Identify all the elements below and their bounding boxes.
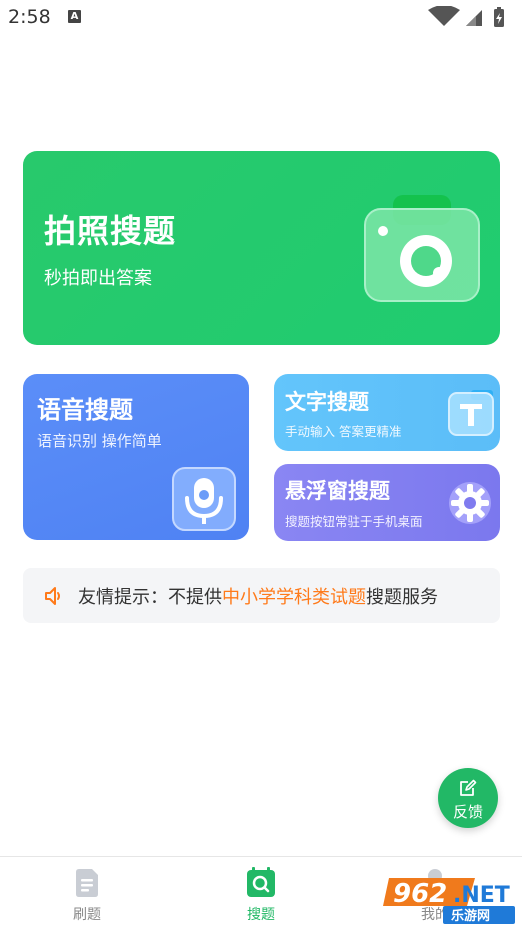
tip-suffix: 搜题服务 (366, 587, 438, 608)
feedback-label: 反馈 (452, 803, 483, 821)
float-search-title: 悬浮窗搜题 (285, 479, 390, 503)
svg-text:乐游网: 乐游网 (451, 908, 490, 924)
voice-search-title: 语音搜题 (37, 396, 133, 424)
tab-practice-label: 刷题 (73, 907, 101, 923)
notification-icon: A (68, 10, 81, 23)
watermark-logo: 962 .NET 乐游网 (383, 878, 515, 924)
text-t-icon (448, 390, 494, 436)
feedback-button[interactable]: 反馈 (438, 768, 498, 828)
document-icon (76, 869, 98, 897)
status-icons (428, 6, 504, 27)
tip-text: 友情提示：不提供中小学学科类试题搜题服务 (78, 583, 438, 609)
tip-highlight: 中小学学科类试题 (222, 587, 366, 608)
tip-bar: 友情提示：不提供中小学学科类试题搜题服务 (23, 568, 500, 623)
microphone-icon (172, 467, 236, 531)
edit-icon (460, 779, 477, 796)
photo-search-title: 拍照搜题 (44, 212, 177, 250)
tab-practice[interactable]: 刷题 (0, 857, 174, 930)
svg-text:962: 962 (393, 879, 447, 909)
speaker-icon (45, 587, 60, 605)
photo-search-card[interactable]: 拍照搜题 秒拍即出答案 (23, 151, 500, 345)
camera-icon (364, 195, 480, 302)
search-book-icon (247, 867, 275, 897)
svg-text:.NET: .NET (453, 883, 510, 908)
gear-icon (449, 482, 491, 524)
text-search-title: 文字搜题 (285, 390, 369, 414)
status-bar: 2:58 A (0, 0, 522, 36)
voice-search-subtitle: 语音识别 操作简单 (37, 432, 162, 450)
text-search-card[interactable]: 文字搜题 手动输入 答案更精准 (274, 374, 500, 451)
tip-prefix: 友情提示：不提供 (78, 587, 222, 608)
status-time: 2:58 (8, 6, 51, 28)
float-search-subtitle: 搜题按钮常驻于手机桌面 (285, 514, 423, 529)
float-search-card[interactable]: 悬浮窗搜题 搜题按钮常驻于手机桌面 (274, 464, 500, 541)
voice-search-card[interactable]: 语音搜题 语音识别 操作简单 (23, 374, 249, 540)
tab-search[interactable]: 搜题 (174, 857, 348, 930)
text-search-subtitle: 手动输入 答案更精准 (285, 424, 402, 439)
photo-search-subtitle: 秒拍即出答案 (44, 268, 152, 289)
wifi-icon (428, 6, 460, 26)
tab-search-label: 搜题 (247, 907, 275, 923)
